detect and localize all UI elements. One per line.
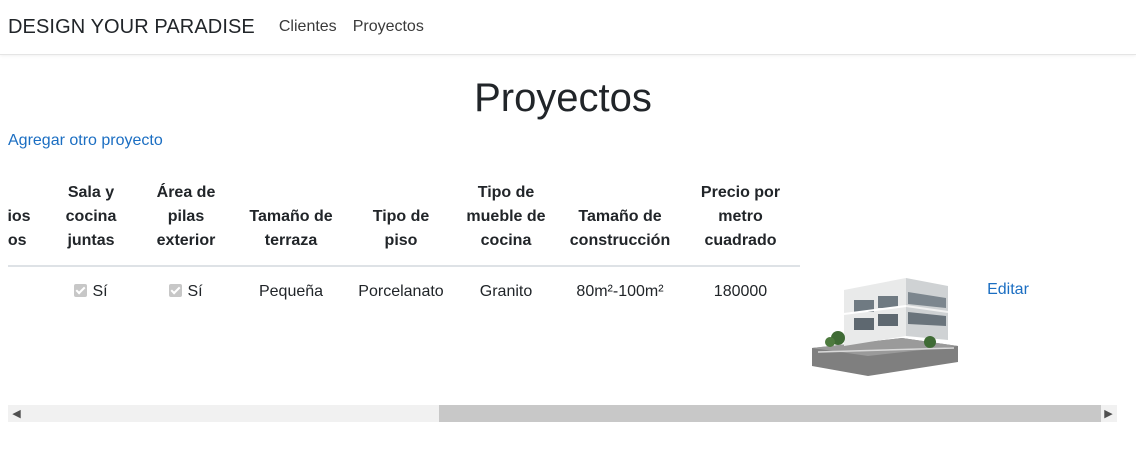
header-line: baños (8, 232, 27, 249)
navbar: DESIGN YOUR PARADISE Clientes Proyectos (0, 0, 1136, 55)
header-line: juntas (67, 232, 115, 249)
checkbox-checked-icon (169, 284, 183, 297)
nav-link-clientes[interactable]: Clientes (279, 18, 337, 36)
cell-tamano-construccion: 80m²-100m² (576, 283, 664, 300)
header-image (800, 170, 968, 266)
header-line: piso (384, 232, 418, 249)
header-line: Sala y (67, 184, 115, 201)
cell-sala-cocina: Sí (43, 266, 139, 380)
table-header-row: Medios baños Sala y cocina juntas Área d… (8, 170, 1048, 267)
header-line: exterior (156, 232, 216, 249)
header-line: cocina (65, 208, 117, 225)
table-row: 1 Sí Sí Pequeña Porcelanato Granito 80m²… (8, 266, 1048, 380)
cell-medios-banos: 1 (8, 266, 43, 380)
header-tamano-terraza: Tamaño de terraza (233, 170, 349, 267)
page-title: Proyectos (474, 76, 652, 120)
horizontal-scrollbar[interactable]: ◀ ▶ (8, 405, 1117, 422)
add-project-link[interactable]: Agregar otro proyecto (8, 132, 163, 150)
projects-table-container: Medios baños Sala y cocina juntas Área d… (8, 170, 1118, 410)
header-tamano-construccion: Tamaño de construcción (559, 170, 681, 267)
nav-link-proyectos[interactable]: Proyectos (353, 18, 424, 36)
header-line: pilas (167, 208, 205, 225)
project-image (812, 278, 958, 376)
cell-image (800, 266, 968, 380)
header-line: Medios (8, 208, 31, 225)
header-line: Área de (156, 184, 216, 201)
cell-actions: Editar (968, 266, 1048, 380)
header-line: mueble de (466, 208, 546, 225)
header-line: Tipo de (477, 184, 535, 201)
header-line: Tipo de (372, 208, 430, 225)
header-line: cocina (480, 232, 532, 249)
header-medios-banos: Medios baños (8, 170, 43, 267)
projects-table: Medios baños Sala y cocina juntas Área d… (8, 170, 1048, 380)
cell-precio-metro: 180000 (713, 283, 768, 300)
header-sala-cocina: Sala y cocina juntas (43, 170, 139, 267)
edit-link[interactable]: Editar (987, 281, 1029, 298)
cell-sala-cocina-value: Sí (92, 283, 108, 300)
header-line: Tamaño de (249, 208, 333, 225)
header-tipo-mueble: Tipo de mueble de cocina (453, 170, 559, 267)
header-line: cuadrado (704, 232, 777, 249)
header-line: Tamaño de (578, 208, 662, 225)
cell-tipo-mueble: Granito (479, 283, 533, 300)
cell-tamano-terraza: Pequeña (258, 283, 324, 300)
header-line: terraza (264, 232, 318, 249)
cell-tipo-piso: Porcelanato (358, 283, 444, 300)
brand-link[interactable]: DESIGN YOUR PARADISE (8, 16, 255, 39)
scrollbar-thumb[interactable] (439, 405, 1101, 422)
cell-area-pilas: Sí (139, 266, 233, 380)
chevron-right-icon[interactable]: ▶ (1100, 405, 1117, 422)
cell-area-pilas-value: Sí (187, 283, 203, 300)
chevron-left-icon[interactable]: ◀ (8, 405, 25, 422)
header-actions (968, 170, 1048, 266)
header-line: construcción (569, 232, 671, 249)
header-line: metro (718, 208, 763, 225)
checkbox-checked-icon (74, 284, 88, 297)
header-area-pilas: Área de pilas exterior (139, 170, 233, 267)
header-tipo-piso: Tipo de piso (349, 170, 453, 267)
header-line: Precio por (700, 184, 781, 201)
header-precio-metro: Precio por metro cuadrado (681, 170, 800, 267)
